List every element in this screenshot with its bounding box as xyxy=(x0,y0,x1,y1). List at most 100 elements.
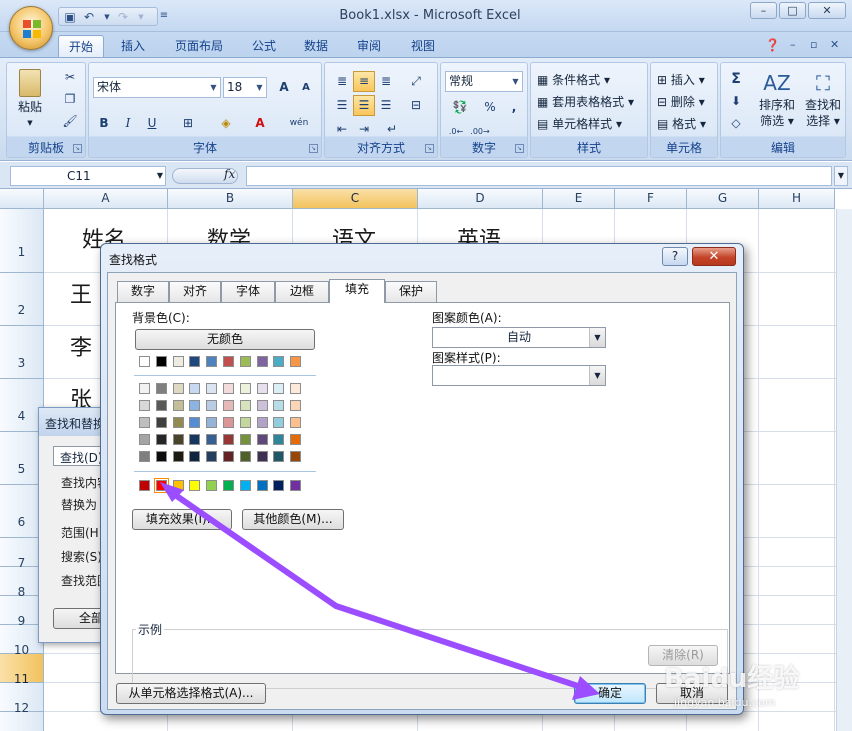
standard-swatch-6[interactable] xyxy=(239,480,251,491)
tint-4-swatch-3[interactable] xyxy=(189,451,201,462)
standard-swatch-1[interactable] xyxy=(153,478,169,493)
tint-1-swatch-8[interactable] xyxy=(273,400,285,411)
tint-3-swatch-0[interactable] xyxy=(139,434,150,445)
standard-swatch-2[interactable] xyxy=(172,480,184,491)
tint-4-swatch-1[interactable] xyxy=(155,451,167,462)
number-launcher-icon[interactable]: ↘ xyxy=(515,144,524,153)
tint-4-swatch-8[interactable] xyxy=(273,451,285,462)
tab-fill[interactable]: 填充 xyxy=(329,279,385,303)
ribbon-restore-icon[interactable]: ▫ xyxy=(810,38,817,51)
tint-1-swatch-0[interactable] xyxy=(139,400,150,411)
standard-swatch-3[interactable] xyxy=(189,480,201,491)
more-colors-button[interactable]: 其他颜色(M)... xyxy=(242,509,344,530)
font-size-combo[interactable]: 18 ▼ xyxy=(223,77,267,98)
tint-3-swatch-2[interactable] xyxy=(172,434,184,445)
tint-2-swatch-0[interactable] xyxy=(139,417,150,428)
tint-2-swatch-9[interactable] xyxy=(290,417,302,428)
alignment-launcher-icon[interactable]: ↘ xyxy=(425,144,434,153)
standard-swatch-0[interactable] xyxy=(139,480,150,491)
tint-0-swatch-5[interactable] xyxy=(223,383,234,394)
column-header-B[interactable]: B xyxy=(168,189,293,209)
tint-2-swatch-8[interactable] xyxy=(273,417,285,428)
align-bottom-icon[interactable]: ≣ xyxy=(375,71,397,92)
office-button[interactable] xyxy=(9,6,53,50)
tint-2-swatch-6[interactable] xyxy=(239,417,251,428)
tint-3-swatch-1[interactable] xyxy=(155,434,167,445)
insert-function-button[interactable]: fx xyxy=(224,167,235,181)
tab-formulas[interactable]: 公式 xyxy=(242,35,286,58)
tint-0-swatch-7[interactable] xyxy=(256,383,268,394)
theme-swatch-9[interactable] xyxy=(290,356,302,367)
tab-number[interactable]: 数字 xyxy=(117,281,169,302)
format-cells-button[interactable]: ▤ 格式 ▾ xyxy=(657,115,706,132)
autosum-button[interactable]: Σ xyxy=(725,69,747,90)
fill-icon[interactable]: ⬇ xyxy=(725,91,747,112)
percent-button[interactable]: % xyxy=(479,97,501,118)
theme-swatch-8[interactable] xyxy=(273,356,285,367)
tab-border[interactable]: 边框 xyxy=(275,281,329,302)
row-header-11[interactable]: 11 xyxy=(0,654,44,686)
redo-dropdown-icon[interactable]: ▼ xyxy=(133,9,149,25)
tint-2-swatch-2[interactable] xyxy=(172,417,184,428)
ribbon-minimize-icon[interactable]: – xyxy=(790,38,796,51)
tint-0-swatch-8[interactable] xyxy=(273,383,285,394)
phonetic-button[interactable]: wén xyxy=(285,113,313,134)
tint-4-swatch-0[interactable] xyxy=(139,451,150,462)
tint-1-swatch-5[interactable] xyxy=(223,400,234,411)
merge-center-icon[interactable]: ⊟ xyxy=(405,95,427,116)
tab-insert[interactable]: 插入 xyxy=(110,35,156,58)
theme-swatch-1[interactable] xyxy=(155,356,167,367)
orientation-icon[interactable]: ⤢ xyxy=(405,71,427,92)
cell-A3[interactable]: 李 xyxy=(70,330,92,362)
cell-A2[interactable]: 王 xyxy=(70,277,92,309)
format-painter-icon[interactable]: 🖌 xyxy=(59,111,81,132)
format-as-table-button[interactable]: ▦ 套用表格格式 ▾ xyxy=(537,93,634,110)
tint-2-swatch-5[interactable] xyxy=(223,417,234,428)
tab-home[interactable]: 开始 xyxy=(58,35,104,58)
tint-2-swatch-7[interactable] xyxy=(256,417,268,428)
tint-0-swatch-1[interactable] xyxy=(155,383,167,394)
currency-icon[interactable]: 💱 xyxy=(445,97,475,118)
theme-swatch-3[interactable] xyxy=(189,356,201,367)
align-center-icon[interactable]: ☰ xyxy=(353,95,375,116)
wrap-text-icon[interactable]: ↵ xyxy=(381,119,403,140)
tint-0-swatch-6[interactable] xyxy=(239,383,251,394)
tint-4-swatch-7[interactable] xyxy=(256,451,268,462)
tint-1-swatch-3[interactable] xyxy=(189,400,201,411)
font-color-icon[interactable]: A xyxy=(249,113,271,134)
tint-1-swatch-7[interactable] xyxy=(256,400,268,411)
minimize-button[interactable]: – xyxy=(750,2,777,19)
italic-button[interactable]: I xyxy=(117,113,139,134)
help-icon[interactable]: ❓ xyxy=(765,38,780,52)
tint-4-swatch-4[interactable] xyxy=(206,451,218,462)
tab-view[interactable]: 视图 xyxy=(400,35,446,58)
tint-4-swatch-6[interactable] xyxy=(239,451,251,462)
grow-font-button[interactable]: A xyxy=(273,77,295,98)
find-select-button[interactable]: ⛶ 查找和 选择 ▾ xyxy=(801,69,845,129)
tint-2-swatch-4[interactable] xyxy=(206,417,218,428)
tint-2-swatch-3[interactable] xyxy=(189,417,201,428)
conditional-format-button[interactable]: ▦ 条件格式 ▾ xyxy=(537,71,610,88)
number-format-combo[interactable]: 常规 ▼ xyxy=(445,71,523,92)
align-right-icon[interactable]: ☰ xyxy=(375,95,397,116)
tint-4-swatch-2[interactable] xyxy=(172,451,184,462)
column-header-F[interactable]: F xyxy=(615,189,687,209)
tint-0-swatch-9[interactable] xyxy=(290,383,302,394)
undo-dropdown-icon[interactable]: ▼ xyxy=(99,9,115,25)
tint-3-swatch-3[interactable] xyxy=(189,434,201,445)
name-box[interactable]: C11 ▼ xyxy=(10,166,166,186)
save-icon[interactable]: ▣ xyxy=(62,9,78,25)
row-header-3[interactable]: 3 xyxy=(0,326,44,379)
row-header-2[interactable]: 2 xyxy=(0,273,44,326)
pattern-color-dropdown[interactable]: 自动 ▼ xyxy=(432,327,606,348)
theme-swatch-7[interactable] xyxy=(256,356,268,367)
tint-1-swatch-1[interactable] xyxy=(155,400,167,411)
standard-swatch-9[interactable] xyxy=(290,480,302,491)
standard-swatch-7[interactable] xyxy=(256,480,268,491)
align-top-icon[interactable]: ≣ xyxy=(331,71,353,92)
tint-0-swatch-0[interactable] xyxy=(139,383,150,394)
tint-3-swatch-6[interactable] xyxy=(239,434,251,445)
tab-page-layout[interactable]: 页面布局 xyxy=(164,35,234,58)
tint-0-swatch-3[interactable] xyxy=(189,383,201,394)
tint-4-swatch-5[interactable] xyxy=(223,451,234,462)
